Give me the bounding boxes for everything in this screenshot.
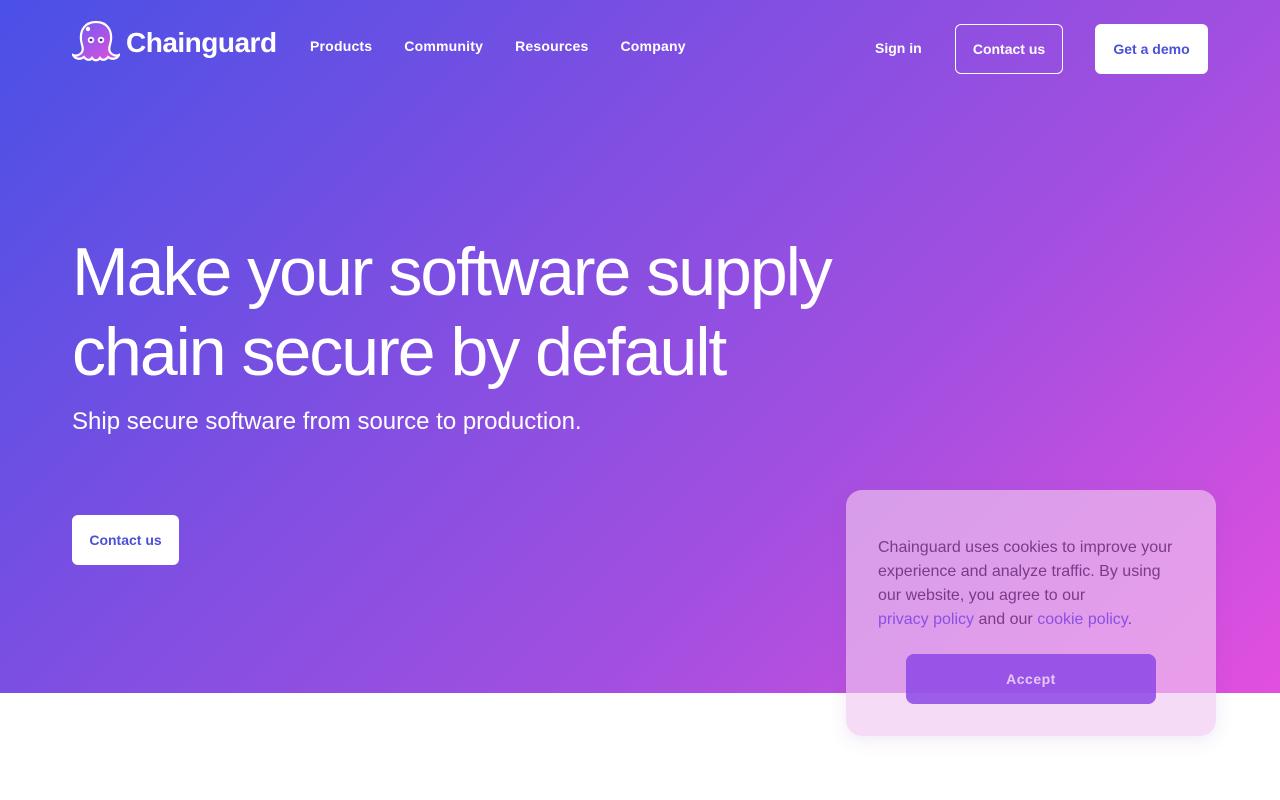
brand-name: Chainguard — [126, 27, 277, 58]
top-navigation: Chainguard Products Community Resources … — [0, 0, 1280, 96]
nav-item-community[interactable]: Community — [404, 38, 483, 54]
privacy-policy-link[interactable]: privacy policy — [878, 611, 974, 628]
cookie-and-text: and our — [978, 611, 1033, 628]
brand-logo[interactable]: Chainguard — [70, 20, 277, 67]
cookie-text: Chainguard uses cookies to improve your … — [878, 539, 1173, 604]
hero-headline: Make your software supply chain secure b… — [72, 232, 872, 392]
nav-item-products[interactable]: Products — [310, 38, 372, 54]
nav-item-company[interactable]: Company — [621, 38, 686, 54]
sign-in-link[interactable]: Sign in — [875, 40, 922, 56]
octopus-logo-icon — [70, 20, 122, 67]
accept-cookies-button[interactable]: Accept — [906, 654, 1156, 704]
cookie-period: . — [1127, 611, 1133, 628]
hero-contact-us-button[interactable]: Contact us — [72, 515, 179, 565]
headline-line-1: Make your software supply — [72, 234, 833, 310]
nav-item-resources[interactable]: Resources — [515, 38, 588, 54]
get-a-demo-button[interactable]: Get a demo — [1095, 24, 1208, 74]
hero-subheading: Ship secure software from source to prod… — [72, 408, 582, 435]
headline-line-2: chain secure by default — [72, 314, 727, 390]
cookie-banner: Chainguard uses cookies to improve your … — [846, 490, 1216, 736]
nav-links: Products Community Resources Company — [310, 38, 718, 54]
cookie-policy-link[interactable]: cookie policy — [1037, 611, 1127, 628]
contact-us-button[interactable]: Contact us — [955, 24, 1063, 74]
cookie-message: Chainguard uses cookies to improve your … — [878, 536, 1188, 632]
